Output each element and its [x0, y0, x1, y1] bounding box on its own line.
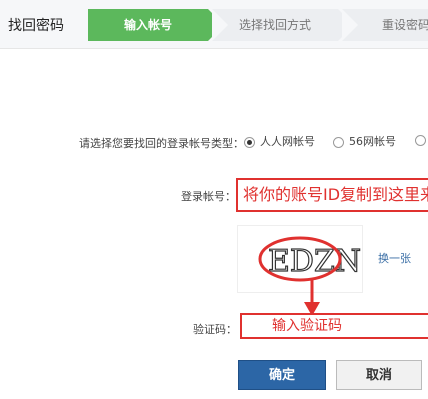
radio-selected-icon: [244, 136, 255, 148]
captcha-label: 验证码：: [193, 323, 237, 336]
radio-56-account[interactable]: 56网帐号: [333, 133, 396, 149]
header-bar: 找回密码 输入帐号 选择找回方式 重设密码: [0, 0, 428, 49]
step-3-reset-password: 重设密码: [342, 9, 428, 41]
radio-icon: [415, 134, 426, 146]
change-captcha-link[interactable]: 换一张: [378, 250, 411, 266]
radio-icon: [333, 136, 344, 148]
radio-label: 人人网帐号: [260, 135, 315, 148]
radio-label: 56网帐号: [349, 135, 396, 148]
step-2-choose-method: 选择找回方式: [212, 9, 354, 41]
page-title: 找回密码: [8, 18, 64, 34]
captcha-text: EDZN: [268, 244, 361, 279]
account-label: 登录帐号：: [181, 190, 236, 203]
captcha-input[interactable]: 输入验证码: [240, 313, 428, 339]
red-arrow-down-icon: [304, 278, 320, 316]
step-1-enter-account: 输入帐号: [88, 9, 224, 41]
account-type-label: 请选择您要找回的登录帐号类型：: [79, 137, 244, 150]
confirm-button[interactable]: 确定: [238, 360, 326, 390]
account-input[interactable]: 将你的账号ID复制到这里来: [236, 178, 428, 212]
radio-renren-account[interactable]: 人人网帐号: [244, 133, 315, 149]
radio-other-account[interactable]: [415, 133, 428, 149]
cancel-button[interactable]: 取消: [336, 360, 422, 390]
